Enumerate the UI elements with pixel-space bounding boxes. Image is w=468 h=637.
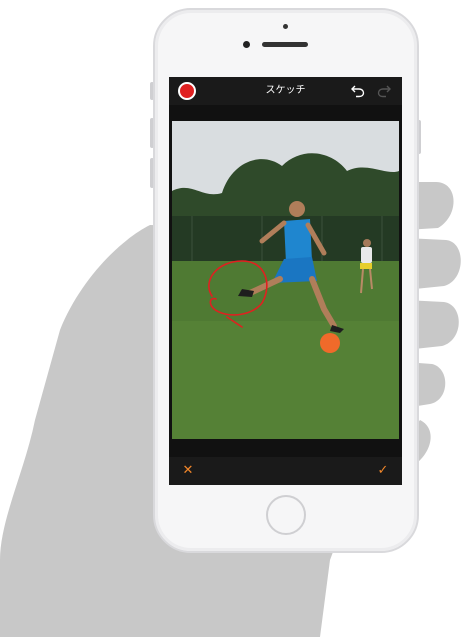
- redo-icon[interactable]: [377, 84, 391, 98]
- close-icon[interactable]: ✕: [179, 462, 197, 480]
- home-button[interactable]: [266, 495, 306, 535]
- app-screen: スケッチ ✕ ✓: [169, 77, 402, 485]
- soccer-ball: [320, 333, 340, 353]
- bottom-toolbar: ✕ ✓: [169, 457, 402, 485]
- checkmark-icon[interactable]: ✓: [374, 462, 392, 480]
- letterbox-top: [169, 105, 402, 121]
- front-camera: [243, 41, 250, 48]
- earpiece-speaker: [262, 42, 308, 47]
- page-title: スケッチ: [265, 85, 306, 96]
- letterbox-bottom: [169, 439, 402, 457]
- proximity-sensor: [283, 24, 288, 29]
- undo-icon[interactable]: [351, 84, 365, 98]
- top-toolbar: スケッチ: [169, 77, 402, 105]
- video-frame[interactable]: [172, 121, 399, 439]
